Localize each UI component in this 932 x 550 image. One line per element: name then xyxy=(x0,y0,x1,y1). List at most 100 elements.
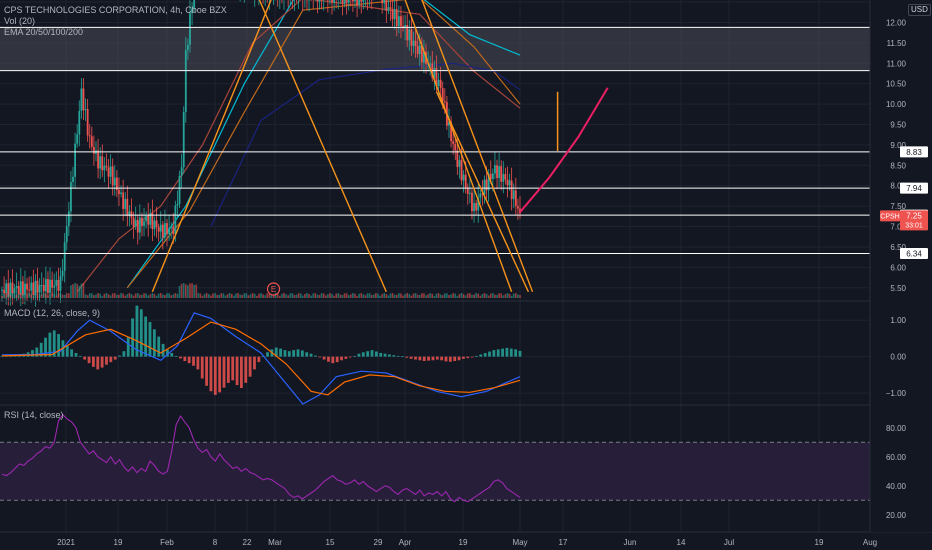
volume-bar xyxy=(295,294,298,298)
chart-root[interactable]: E 5.506.006.507.007.508.008.509.009.5010.… xyxy=(0,0,932,550)
macd-histogram-bar xyxy=(475,355,478,357)
volume-bar xyxy=(450,294,452,298)
candle-body xyxy=(454,143,457,151)
time-tick-label: 19 xyxy=(114,538,123,547)
price-tick-label: 8.50 xyxy=(890,161,906,170)
volume-bar xyxy=(464,295,467,298)
macd-histogram-bar xyxy=(253,356,256,370)
time-tick-label: 2021 xyxy=(57,538,75,547)
candle-body xyxy=(166,223,168,235)
volume-bar xyxy=(99,293,101,298)
volume-bar xyxy=(469,293,471,298)
macd-histogram-bar xyxy=(440,356,444,361)
volume-bar xyxy=(258,293,260,298)
volume-bar xyxy=(506,293,509,298)
volume-bar xyxy=(441,295,444,298)
volume-bar xyxy=(494,294,496,298)
currency-button[interactable]: USD xyxy=(908,4,931,16)
candle-body xyxy=(184,50,187,113)
candle-body xyxy=(126,198,129,217)
candle-body xyxy=(456,150,459,167)
candle-body xyxy=(19,281,22,295)
volume-bar xyxy=(203,293,206,298)
time-tick-label: 8 xyxy=(213,538,218,547)
volume-bar xyxy=(264,295,266,298)
volume-bar xyxy=(504,294,507,298)
volume-bar xyxy=(176,293,179,298)
candle-body xyxy=(61,270,64,277)
earnings-event-label: E xyxy=(271,285,276,294)
candle-body xyxy=(145,216,148,222)
candle-body xyxy=(159,224,162,232)
volume-bar xyxy=(473,294,475,298)
volume-bar xyxy=(256,295,258,298)
volume-bar xyxy=(410,295,413,298)
macd-histogram-bar xyxy=(518,350,522,357)
rsi-tick-label: 20.00 xyxy=(886,511,907,520)
macd-histogram-bar xyxy=(83,356,87,360)
volume-bar xyxy=(228,293,231,298)
candle-body xyxy=(47,279,49,293)
macd-histogram-bar xyxy=(248,356,252,377)
volume-bar xyxy=(243,293,246,298)
volume-bar xyxy=(126,293,129,298)
volume-bar xyxy=(364,295,367,298)
volume-bar xyxy=(512,293,515,298)
candle-body xyxy=(134,219,137,227)
candle-body xyxy=(414,40,417,46)
volume-bar xyxy=(86,295,89,298)
candle-body xyxy=(504,174,507,180)
macd-histogram-bar xyxy=(448,356,452,362)
volume-bar xyxy=(262,294,264,298)
volume-bar xyxy=(91,293,93,298)
candle-body xyxy=(460,160,463,181)
candle-body xyxy=(78,110,81,135)
volume-bar xyxy=(105,293,108,298)
candle-body xyxy=(143,221,145,226)
candle-body xyxy=(345,0,348,3)
candle-body xyxy=(36,280,39,293)
candle-body xyxy=(86,109,89,136)
macd-histogram-bar xyxy=(483,353,487,357)
volume-bar xyxy=(222,293,225,298)
candle-body xyxy=(63,242,66,271)
volume-bar xyxy=(107,294,110,298)
volume-bar xyxy=(446,293,448,298)
macd-histogram-bar xyxy=(105,356,108,365)
candle-body xyxy=(74,143,77,177)
volume-bar xyxy=(425,295,427,298)
candle-body xyxy=(475,203,478,211)
candle-body xyxy=(65,226,68,243)
volume-bar xyxy=(412,293,415,298)
volume-bar xyxy=(485,294,488,298)
volume-bar xyxy=(423,293,425,298)
main-legend: CPS TECHNOLOGIES CORPORATION, 4h, Cboe B… xyxy=(4,5,227,38)
volume-bar xyxy=(427,294,429,298)
macd-histogram-bar xyxy=(118,355,121,357)
macd-histogram-bar xyxy=(505,347,509,357)
candle-body xyxy=(360,0,363,2)
volume-bar xyxy=(13,293,16,298)
candle-body xyxy=(479,193,482,198)
candle-body xyxy=(180,167,183,177)
volume-bar xyxy=(347,295,350,298)
volume-bar xyxy=(59,293,62,298)
volume-bar xyxy=(80,283,83,298)
candle-body xyxy=(383,0,386,4)
candle-body xyxy=(389,7,392,9)
macd-histogram-bar xyxy=(231,356,235,381)
macd-tick-label: 1.00 xyxy=(890,316,906,325)
candle-body xyxy=(385,0,388,11)
candle-body xyxy=(491,173,494,180)
rsi-tick-label: 40.00 xyxy=(886,482,907,491)
volume-bar xyxy=(233,295,235,298)
volume-bar xyxy=(53,293,56,298)
macd-histogram-bar xyxy=(200,356,204,379)
countdown-text: 33:01 xyxy=(905,222,923,229)
candle-body xyxy=(341,0,344,4)
macd-histogram-bar xyxy=(418,356,422,361)
volume-bar xyxy=(201,295,204,298)
candle-body xyxy=(157,227,160,232)
candle-body xyxy=(400,16,402,27)
candle-body xyxy=(483,179,486,195)
